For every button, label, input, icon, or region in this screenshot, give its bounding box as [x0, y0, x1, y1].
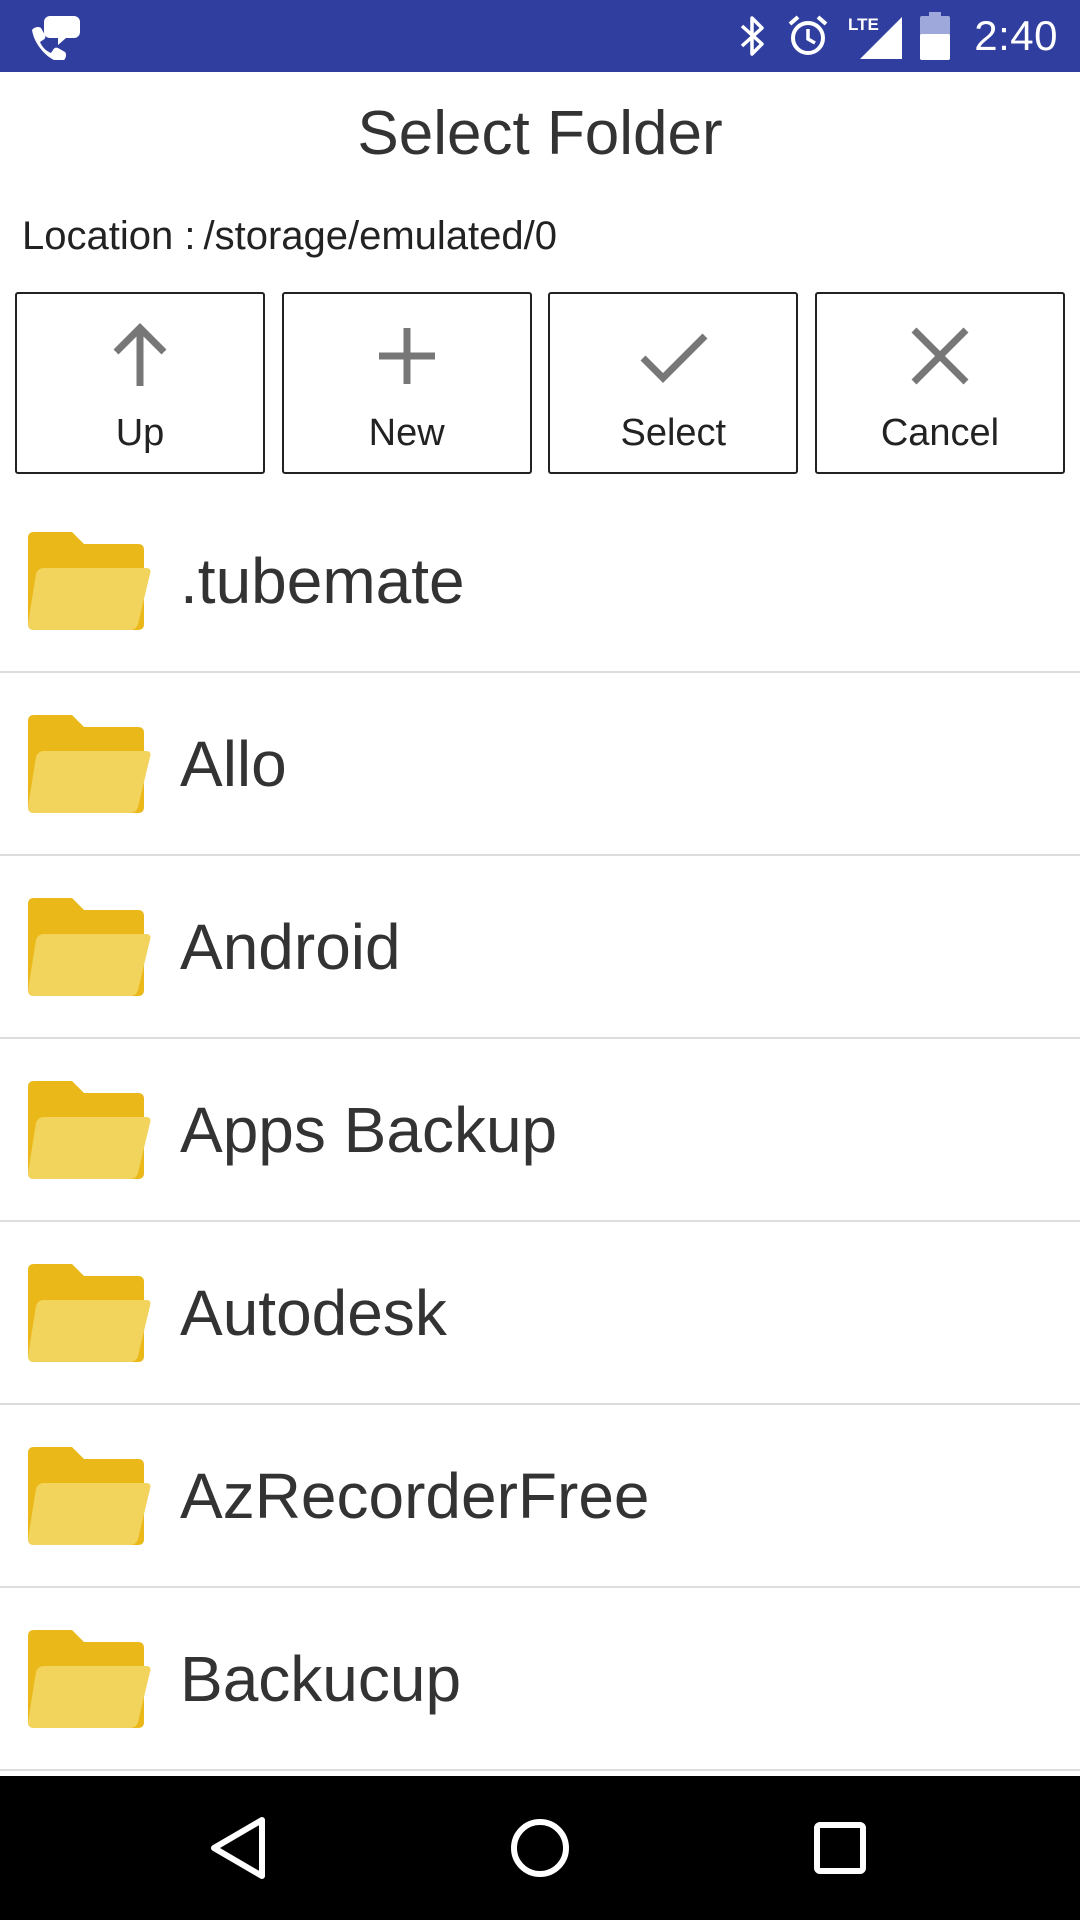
status-bar: LTE 2:40 — [0, 0, 1080, 72]
call-chat-icon — [32, 16, 80, 60]
up-button-label: Up — [115, 412, 165, 454]
folder-icon — [28, 1630, 151, 1728]
folder-icon — [28, 1447, 151, 1545]
select-button[interactable]: Select — [548, 292, 799, 474]
folder-name: AzRecorderFree — [180, 1459, 650, 1532]
back-icon[interactable] — [190, 1798, 290, 1898]
home-icon[interactable] — [490, 1798, 590, 1898]
folder-row-android[interactable]: Android — [0, 856, 1080, 1039]
check-icon — [640, 333, 708, 383]
folder-icon — [28, 898, 151, 996]
folder-toolbar: Up New Select Cancel — [15, 292, 1065, 474]
up-button[interactable]: Up — [15, 292, 265, 474]
folder-row-autodesk[interactable]: Autodesk — [0, 1222, 1080, 1405]
folder-list: .tubemate Allo Android Apps Backup Autod… — [0, 490, 1080, 1771]
select-button-label: Select — [620, 412, 727, 454]
folder-name: Backucup — [180, 1642, 462, 1715]
folder-name: Autodesk — [180, 1276, 447, 1349]
new-button-label: New — [368, 412, 445, 454]
plus-icon — [378, 328, 435, 384]
cancel-button[interactable]: Cancel — [814, 292, 1065, 474]
alarm-icon — [788, 15, 828, 55]
folder-icon — [28, 715, 151, 813]
folder-name: Apps Backup — [180, 1093, 558, 1166]
folder-row-backucup[interactable]: Backucup — [0, 1588, 1080, 1771]
location-label: Location : — [22, 214, 196, 258]
folder-name: Android — [180, 910, 401, 983]
folder-name: Allo — [180, 727, 287, 800]
dialog-title: Select Folder — [357, 99, 723, 168]
svg-text:LTE: LTE — [848, 15, 879, 34]
location-path: Location :/storage/emulated/0 — [22, 210, 557, 262]
lte-signal-icon: LTE — [848, 15, 903, 59]
battery-icon — [920, 12, 951, 60]
bluetooth-icon — [741, 16, 764, 56]
navigation-bar — [0, 1776, 1080, 1920]
folder-row-tubemate[interactable]: .tubemate — [0, 490, 1080, 673]
location-value: /storage/emulated/0 — [203, 214, 558, 258]
cancel-button-label: Cancel — [880, 412, 1000, 454]
close-icon — [911, 327, 969, 385]
folder-row-allo[interactable]: Allo — [0, 673, 1080, 856]
folder-icon — [28, 1081, 151, 1179]
folder-name: .tubemate — [180, 544, 465, 617]
arrow-up-icon — [113, 323, 167, 386]
recents-icon[interactable] — [790, 1798, 890, 1898]
status-icons: LTE 2:40 — [738, 0, 1058, 72]
folder-icon — [28, 1264, 151, 1362]
folder-row-azrecorderfree[interactable]: AzRecorderFree — [0, 1405, 1080, 1588]
folder-row-apps-backup[interactable]: Apps Backup — [0, 1039, 1080, 1222]
folder-icon — [28, 532, 151, 630]
status-clock: 2:40 — [974, 12, 1058, 59]
new-folder-button[interactable]: New — [281, 292, 532, 474]
